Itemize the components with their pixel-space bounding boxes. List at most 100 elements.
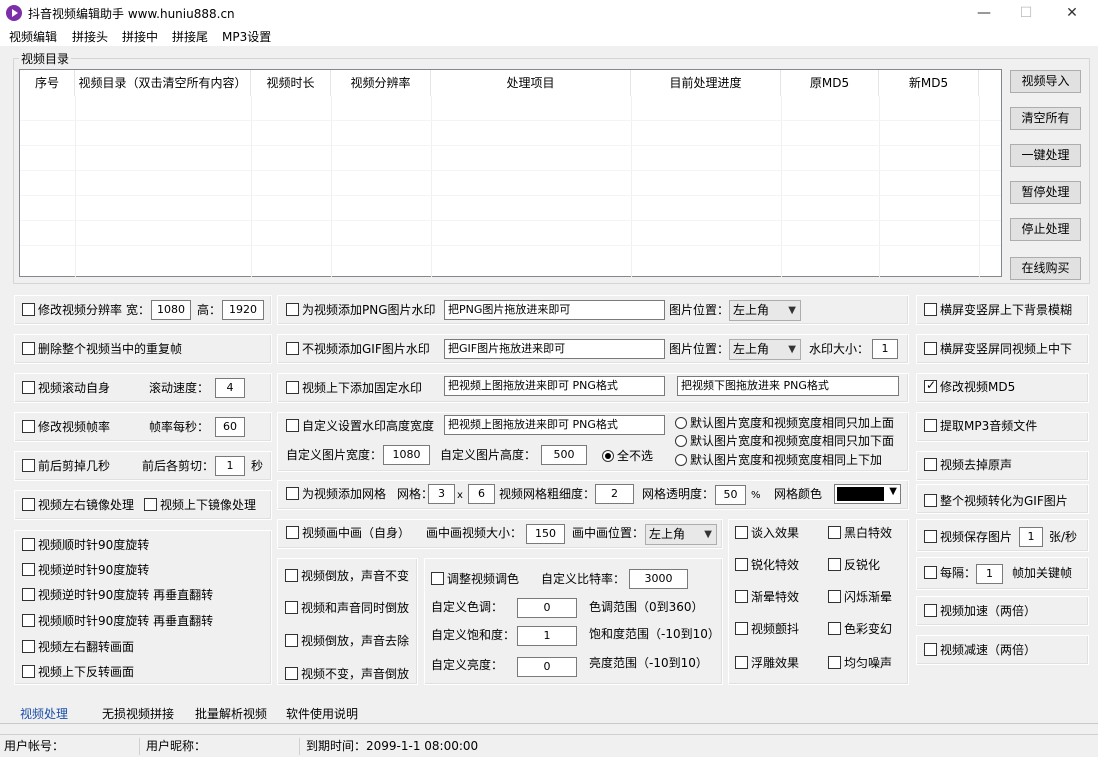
bottom-image-drop-field[interactable]: 把视频下图拖放进来 PNG格式 [677, 376, 899, 396]
trim-checkbox[interactable]: 前后剪掉几秒 [22, 459, 110, 474]
shake-checkbox[interactable]: 视频颤抖 [735, 622, 799, 637]
bitrate-input[interactable]: 3000 [629, 569, 688, 589]
pause-button[interactable]: 暂停处理 [1010, 181, 1081, 204]
grid-color-select[interactable]: ▼ [834, 484, 901, 504]
rotate-cw-flip-checkbox[interactable]: 视频顺时针90度旋转 再垂直翻转 [22, 614, 213, 629]
radio-top-bottom[interactable]: 默认图片宽度和视频宽度相同上下加 [675, 453, 882, 468]
grid-thickness-input[interactable]: 2 [595, 484, 634, 504]
saturation-input[interactable]: 1 [517, 626, 577, 646]
width-input[interactable]: 1080 [151, 300, 191, 320]
reverse-both-checkbox[interactable]: 视频和声音同时倒放 [285, 601, 409, 616]
bw-effect-checkbox[interactable]: 黑白特效 [828, 526, 892, 541]
custom-height-input[interactable]: 500 [541, 445, 587, 465]
fixed-watermark-checkbox[interactable]: 视频上下添加固定水印 [286, 381, 422, 396]
pip-size-input[interactable]: 150 [526, 524, 565, 544]
fps-input[interactable]: 60 [215, 417, 245, 437]
grid-alpha-input[interactable]: 50 [715, 485, 746, 505]
buy-online-button[interactable]: 在线购买 [1010, 257, 1081, 280]
tab-batch-parse[interactable]: 批量解析视频 [189, 705, 273, 723]
menu-join-mid[interactable]: 拼接中 [122, 28, 158, 45]
speed-up-checkbox[interactable]: 视频加速（两倍） [924, 604, 1036, 619]
tab-lossless-join[interactable]: 无损视频拼接 [96, 705, 180, 723]
flicker-vignette-checkbox[interactable]: 闪烁渐晕 [828, 590, 892, 605]
col-resolution[interactable]: 视频分辨率 [331, 70, 431, 96]
import-video-button[interactable]: 视频导入 [1010, 70, 1081, 93]
menu-join-head[interactable]: 拼接头 [72, 28, 108, 45]
menu-video-edit[interactable]: 视频编辑 [9, 28, 57, 45]
menu-mp3-settings[interactable]: MP3设置 [222, 28, 271, 45]
md5-checkbox[interactable]: 修改视频MD5 [924, 378, 1015, 395]
tab-help[interactable]: 软件使用说明 [280, 705, 364, 723]
scroll-checkbox[interactable]: 视频滚动自身 [22, 381, 110, 396]
clear-all-button[interactable]: 清空所有 [1010, 107, 1081, 130]
fps-checkbox[interactable]: 修改视频帧率 [22, 420, 110, 435]
reverse-mute-checkbox[interactable]: 视频倒放，声音去除 [285, 634, 409, 649]
col-duration[interactable]: 视频时长 [251, 70, 331, 96]
custom-image-drop-field[interactable]: 把视频上图拖放进来即可 PNG格式 [444, 415, 665, 435]
col-items[interactable]: 处理项目 [431, 70, 631, 96]
close-button[interactable]: ✕ [1050, 0, 1094, 26]
top-image-drop-field[interactable]: 把视频上图拖放进来即可 PNG格式 [444, 376, 665, 396]
hue-input[interactable]: 0 [517, 598, 577, 618]
vignette-checkbox[interactable]: 渐晕特效 [735, 590, 799, 605]
mirror-lr-checkbox[interactable]: 视频左右镜像处理 [22, 498, 134, 513]
color-shift-checkbox[interactable]: 色彩变幻 [828, 622, 892, 637]
sharpen-checkbox[interactable]: 锐化特效 [735, 558, 799, 573]
custom-width-input[interactable]: 1080 [383, 445, 430, 465]
color-adjust-checkbox[interactable]: 调整视频调色 [431, 572, 519, 587]
scroll-speed-input[interactable]: 4 [215, 378, 245, 398]
reverse-audio-checkbox[interactable]: 视频不变，声音倒放 [285, 667, 409, 682]
png-watermark-checkbox[interactable]: 为视频添加PNG图片水印 [286, 303, 436, 318]
brightness-input[interactable]: 0 [517, 657, 577, 677]
mute-checkbox[interactable]: 视频去掉原声 [924, 458, 1012, 473]
slow-down-checkbox[interactable]: 视频减速（两倍） [924, 643, 1036, 658]
radio-bottom-only[interactable]: 默认图片宽度和视频宽度相同只加下面 [675, 434, 894, 449]
grid-cols-input[interactable]: 3 [428, 484, 455, 504]
mirror-ud-checkbox[interactable]: 视频上下镜像处理 [144, 498, 256, 513]
trim-seconds-input[interactable]: 1 [215, 456, 245, 476]
emboss-checkbox[interactable]: 浮雕效果 [735, 656, 799, 671]
to-gif-checkbox[interactable]: 整个视频转化为GIF图片 [924, 494, 1068, 509]
unsharpen-checkbox[interactable]: 反锐化 [828, 558, 880, 573]
video-table[interactable]: 序号 视频目录（双击清空所有内容） 视频时长 视频分辨率 处理项目 目前处理进度… [19, 69, 1002, 277]
grid-checkbox[interactable]: 为视频添加网格 [286, 487, 386, 502]
radio-top-only[interactable]: 默认图片宽度和视频宽度相同只加上面 [675, 416, 894, 431]
flip-ud-checkbox[interactable]: 视频上下反转画面 [22, 665, 134, 680]
rotate-ccw-flip-checkbox[interactable]: 视频逆时针90度旋转 再垂直翻转 [22, 588, 213, 603]
keyframe-interval-input[interactable]: 1 [976, 564, 1003, 584]
png-drop-field[interactable]: 把PNG图片拖放进来即可 [444, 300, 665, 320]
dedup-checkbox[interactable]: 删除整个视频当中的重复帧 [22, 342, 182, 357]
tab-video-process[interactable]: 视频处理 [14, 705, 74, 723]
reverse-video-checkbox[interactable]: 视频倒放，声音不变 [285, 569, 409, 584]
custom-watermark-checkbox[interactable]: 自定义设置水印高度宽度 [286, 419, 434, 434]
minimize-button[interactable]: — [962, 0, 1006, 26]
maximize-button[interactable]: ☐ [1004, 0, 1048, 26]
blur-bg-checkbox[interactable]: 横屏变竖屏上下背景模糊 [924, 303, 1072, 318]
col-orig-md5[interactable]: 原MD5 [781, 70, 879, 96]
col-new-md5[interactable]: 新MD5 [879, 70, 979, 96]
gif-watermark-checkbox[interactable]: 不视频添加GIF图片水印 [286, 342, 430, 357]
process-all-button[interactable]: 一键处理 [1010, 144, 1081, 167]
gif-position-select[interactable]: 左上角 ▼ [729, 339, 801, 360]
save-image-rate-input[interactable]: 1 [1019, 527, 1043, 547]
extract-mp3-checkbox[interactable]: 提取MP3音频文件 [924, 419, 1037, 434]
watermark-size-input[interactable]: 1 [872, 339, 898, 359]
save-image-checkbox[interactable]: 视频保存图片 [924, 530, 1012, 545]
png-position-select[interactable]: 左上角 ▼ [729, 300, 801, 321]
resize-checkbox[interactable]: 修改视频分辨率 [22, 303, 122, 318]
pip-position-select[interactable]: 左上角 ▼ [645, 524, 717, 545]
radio-none[interactable]: 全不选 [602, 449, 653, 464]
gif-drop-field[interactable]: 把GIF图片拖放进来即可 [444, 339, 665, 359]
flip-lr-checkbox[interactable]: 视频左右翻转画面 [22, 640, 134, 655]
height-input[interactable]: 1920 [222, 300, 264, 320]
fade-in-checkbox[interactable]: 谈入效果 [735, 526, 799, 541]
col-path[interactable]: 视频目录（双击清空所有内容） [75, 70, 251, 96]
same-video-checkbox[interactable]: 横屏变竖屏同视频上中下 [924, 342, 1072, 357]
rotate-cw-checkbox[interactable]: 视频顺时针90度旋转 [22, 538, 149, 553]
col-progress[interactable]: 目前处理进度 [631, 70, 781, 96]
noise-checkbox[interactable]: 均匀噪声 [828, 656, 892, 671]
keyframe-checkbox[interactable]: 每隔： [924, 566, 976, 581]
grid-rows-input[interactable]: 6 [468, 484, 495, 504]
stop-button[interactable]: 停止处理 [1010, 218, 1081, 241]
pip-checkbox[interactable]: 视频画中画（自身） [286, 526, 410, 541]
